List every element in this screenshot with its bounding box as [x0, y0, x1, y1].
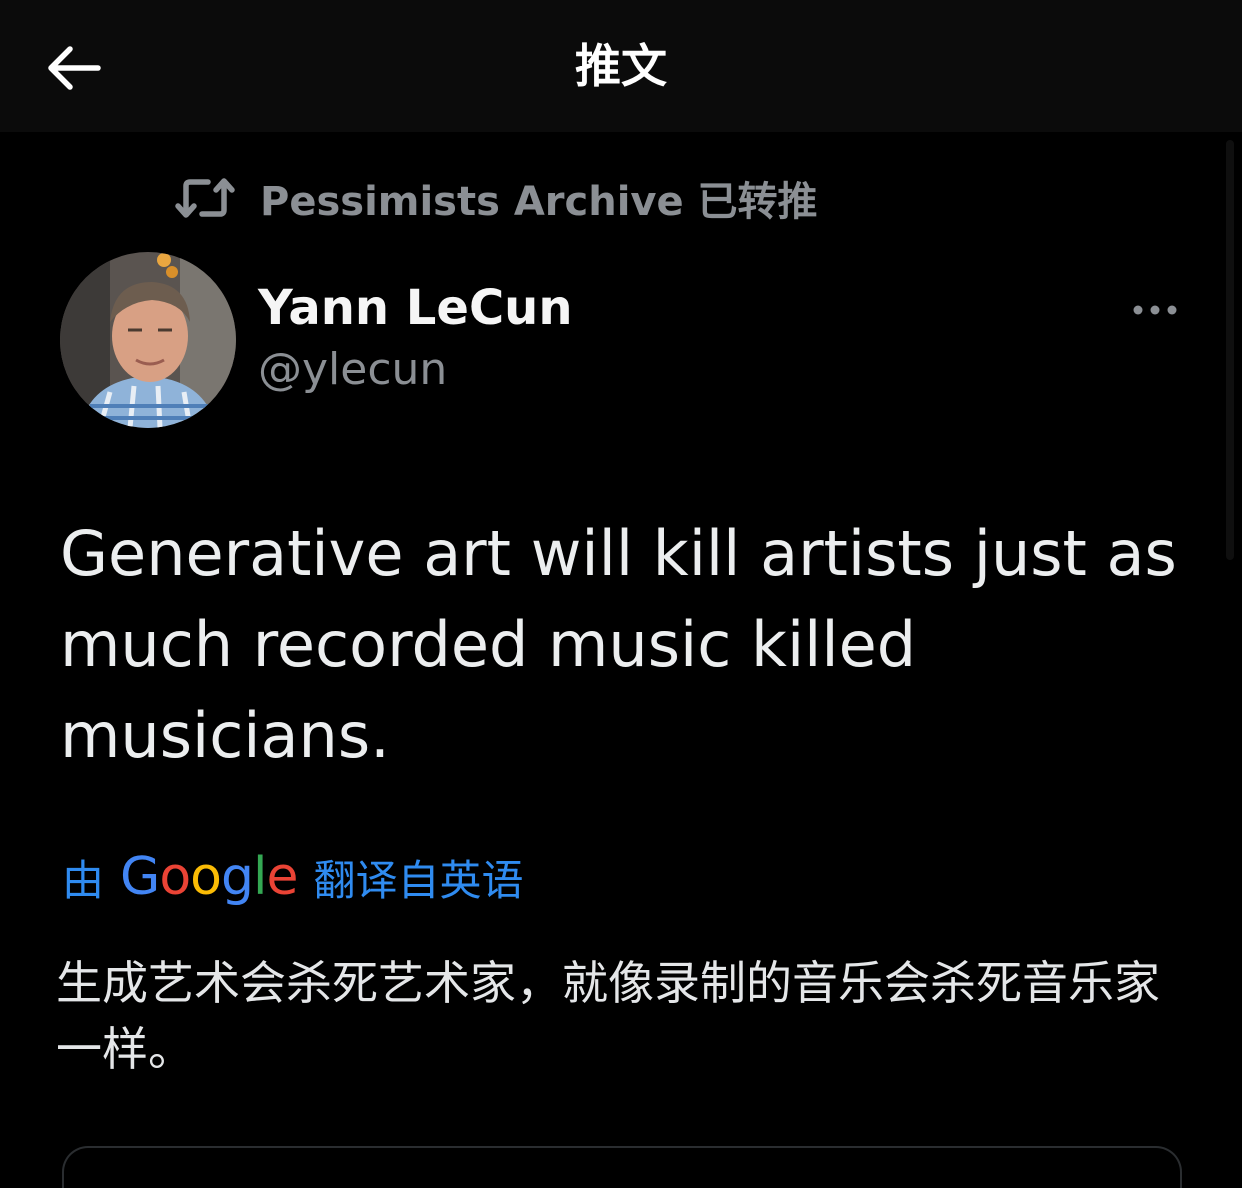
- translated-from-label: 翻译自英语: [313, 855, 524, 905]
- more-horizontal-icon: [1133, 305, 1177, 315]
- retweet-label: Pessimists Archive 已转推: [260, 179, 818, 225]
- retweet-icon: [175, 178, 235, 218]
- more-options-button[interactable]: [1124, 290, 1186, 330]
- author-name[interactable]: Yann LeCun: [258, 280, 573, 336]
- next-card-edge[interactable]: [62, 1146, 1182, 1188]
- retweet-context[interactable]: Pessimists Archive 已转推: [174, 168, 818, 228]
- avatar[interactable]: [60, 252, 236, 428]
- translation-attribution[interactable]: 由 Google 翻译自英语: [62, 842, 523, 912]
- author-handle[interactable]: @ylecun: [258, 344, 447, 395]
- translated-by-label: 由: [62, 855, 105, 905]
- scrollbar[interactable]: [1226, 140, 1234, 560]
- translated-tweet-text: 生成艺术会杀死艺术家，就像录制的音乐会杀死音乐家一样。: [56, 956, 1160, 1076]
- google-logo: Google: [120, 847, 298, 907]
- avatar-photo: [60, 252, 236, 428]
- page-title: 推文: [575, 39, 667, 93]
- tweet-text: Generative art will kill artists just as…: [60, 517, 1177, 772]
- top-navigation-bar: 推文: [0, 0, 1242, 132]
